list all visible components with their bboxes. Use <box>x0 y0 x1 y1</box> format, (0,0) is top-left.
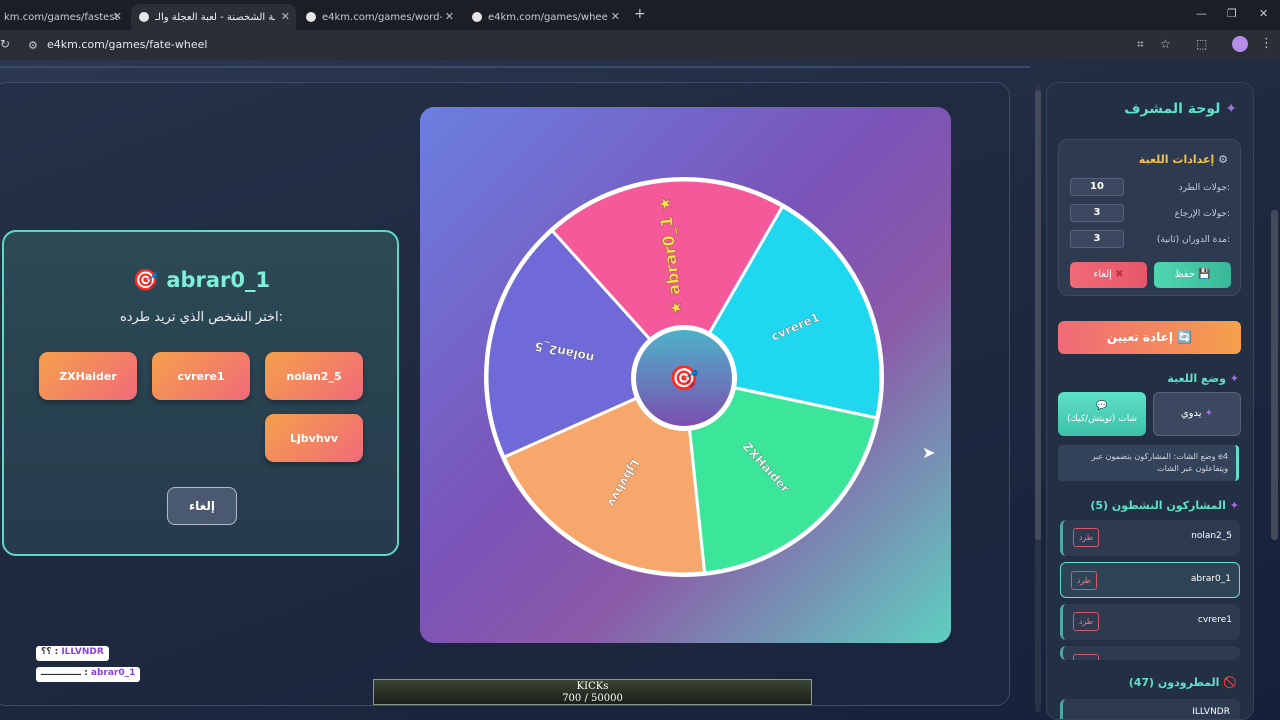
site-info-icon[interactable]: ⚙ <box>28 39 38 52</box>
close-icon[interactable]: ✕ <box>113 10 122 23</box>
chat-mode-button[interactable]: 💬 شات (تويتش/كيك) <box>1058 392 1146 436</box>
close-icon[interactable]: ✕ <box>611 10 620 23</box>
kick-button[interactable]: طرد <box>1071 571 1097 590</box>
star-icon: ✦ <box>1225 101 1237 117</box>
chat-username: abrar0_1 <box>90 668 136 678</box>
settings-title-text: إعدادات اللعبة <box>1138 153 1215 166</box>
chat-message-text: ـــــــــــــ <box>41 668 81 678</box>
reset-button[interactable]: إعادة تعيين 🔄 <box>1058 321 1241 354</box>
chat-message: ؟؟ : ILLVNDR <box>36 646 109 661</box>
participant-row: cvrere1 طرد <box>1060 604 1240 640</box>
browser-tab[interactable]: e4km.com/games/wheel-of-fat ✕ <box>464 4 626 30</box>
minimize-icon[interactable]: — <box>1196 7 1207 20</box>
admin-panel-title-text: لوحة المشرف <box>1124 101 1221 117</box>
extensions-icon[interactable]: ⬚ <box>1196 37 1207 51</box>
window-close-icon[interactable]: ✕ <box>1259 7 1268 20</box>
game-mode-title-text: وضع اللعبة <box>1167 372 1226 385</box>
setting-label: جولات الطرد: <box>1178 183 1230 193</box>
translate-icon[interactable]: ⌗ <box>1137 37 1144 52</box>
refresh-icon: 🔄 <box>1177 330 1193 344</box>
reset-label: إعادة تعيين <box>1106 330 1173 344</box>
speech-bubble-icon: 💬 <box>1096 401 1108 411</box>
close-icon[interactable]: ✕ <box>445 10 454 23</box>
page-content: 🎯 abrar0_1 اختر الشخص الذي تريد طرده: no… <box>0 60 1280 720</box>
wheel-hub[interactable]: 🎯 <box>631 325 737 431</box>
active-participants-title: المشاركون النشطون (5) ✦ <box>1090 499 1239 512</box>
tab-title: e4km.com/games/wheel-of-fat <box>488 11 608 23</box>
url-field[interactable]: e4km.com/games/fate-wheel <box>47 38 207 51</box>
cross-mark-icon: ✖ <box>1115 269 1124 280</box>
participant-name: cvrere1 <box>1197 615 1232 625</box>
browser-tab-bar: km.com/games/fastest-finge ✕ دوامة الشخص… <box>0 0 1280 30</box>
spin-duration-input[interactable]: 3 <box>1070 230 1124 248</box>
admin-panel: لوحة المشرف ✦ إعدادات اللعبة ⚙ جولات الط… <box>1046 82 1254 720</box>
cancel-label: إلغاء <box>1093 269 1112 280</box>
tab-title: km.com/games/fastest-finge <box>4 11 120 23</box>
setting-label: جولات الإرجاع: <box>1174 209 1230 219</box>
close-icon[interactable]: ✕ <box>281 10 290 23</box>
kick-button[interactable]: طرد <box>1073 528 1099 547</box>
address-bar: ↻ ⚙ e4km.com/games/fate-wheel ⌗ ☆ ⬚ ⋮ <box>0 30 1280 60</box>
admin-panel-title: لوحة المشرف ✦ <box>1124 101 1237 117</box>
kicks-count: 700 / 50000 <box>562 693 623 704</box>
gear-icon: ⚙ <box>1218 153 1228 166</box>
favicon-icon <box>472 12 482 22</box>
floppy-disk-icon: 💾 <box>1198 269 1211 280</box>
favicon-icon <box>306 12 316 22</box>
kicks-label: KICKs <box>576 681 609 692</box>
chat-message-text: ؟؟ <box>41 647 52 657</box>
favicon-icon <box>139 12 149 22</box>
chat-mode-label: شات (تويتش/كيك) <box>1066 414 1138 424</box>
browser-tab[interactable]: km.com/games/fastest-finge ✕ <box>0 4 128 30</box>
manual-mode-button[interactable]: يدوي ✦ <box>1153 392 1241 436</box>
mode-description: وضع الشات: المشاركون ينضمون عبر e4 ويتفا… <box>1058 445 1239 481</box>
reload-icon[interactable]: ↻ <box>0 37 10 51</box>
participant-name: nolan2_5 <box>1191 531 1232 541</box>
active-participants-title-text: المشاركون النشطون (5) <box>1090 499 1226 512</box>
chat-message: ـــــــــــــ : abrar0_1 <box>36 667 141 682</box>
kicks-counter: KICKs 700 / 50000 <box>373 679 812 705</box>
tab-title: e4km.com/games/word-challer <box>322 11 442 23</box>
game-mode-title: وضع اللعبة ✦ <box>1167 372 1239 385</box>
game-settings-box: إعدادات اللعبة ⚙ جولات الطرد: 10 جولات ا… <box>1058 139 1241 296</box>
participant-row <box>1060 646 1240 660</box>
star-icon: ✦ <box>1204 408 1214 419</box>
restore-icon[interactable]: ❐ <box>1227 7 1237 20</box>
participant-row: nolan2_5 طرد <box>1060 520 1240 556</box>
return-rounds-input[interactable]: 3 <box>1070 204 1124 222</box>
panel-scrollbar-thumb[interactable] <box>1035 90 1041 540</box>
tab-title: دوامة الشخصنة - لعبة العجلة والـ <box>155 11 275 23</box>
target-icon: 🎯 <box>669 364 699 392</box>
save-button[interactable]: حفظ 💾 <box>1154 262 1231 288</box>
kicked-participant-row: ILLVNDR <box>1060 699 1240 719</box>
kicked-participant-name: ILLVNDR <box>1192 707 1230 717</box>
participant-row-selected: abrar0_1 طرد <box>1060 562 1240 598</box>
prohibited-icon: 🚫 <box>1223 676 1237 689</box>
star-icon: ✦ <box>1229 499 1239 512</box>
browser-tab-active[interactable]: دوامة الشخصنة - لعبة العجلة والـ ✕ <box>131 4 296 30</box>
kick-rounds-input[interactable]: 10 <box>1070 178 1124 196</box>
browser-tab[interactable]: e4km.com/games/word-challer ✕ <box>298 4 460 30</box>
manual-mode-label: يدوي <box>1180 408 1202 419</box>
mouse-cursor-icon: ➤ <box>922 443 936 462</box>
participant-name: abrar0_1 <box>1190 574 1231 584</box>
kicked-participants-title-text: المطرودون (47) <box>1128 676 1220 689</box>
settings-title: إعدادات اللعبة ⚙ <box>1139 153 1228 166</box>
kick-button[interactable] <box>1073 654 1099 660</box>
menu-icon[interactable]: ⋮ <box>1260 36 1273 51</box>
kicked-participants-title: المطرودون (47) 🚫 <box>1129 676 1237 689</box>
kick-button[interactable]: طرد <box>1073 612 1099 631</box>
bookmark-star-icon[interactable]: ☆ <box>1160 37 1171 51</box>
setting-label: مدة الدوران (ثانية): <box>1156 235 1230 245</box>
chat-username: ILLVNDR <box>61 647 104 657</box>
profile-avatar[interactable] <box>1232 36 1248 52</box>
cancel-button[interactable]: إلغاء ✖ <box>1070 262 1147 288</box>
save-label: حفظ <box>1174 269 1196 280</box>
page-scrollbar-thumb[interactable] <box>1271 210 1278 540</box>
new-tab-icon[interactable]: + <box>634 6 646 22</box>
star-icon: ✦ <box>1229 372 1239 385</box>
